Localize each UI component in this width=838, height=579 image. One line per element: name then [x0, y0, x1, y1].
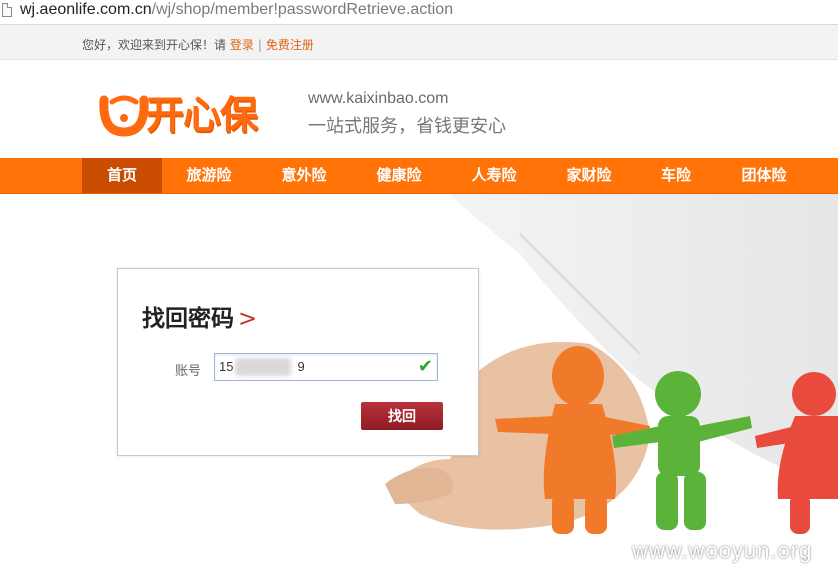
nav-item-health[interactable]: 健康险	[359, 158, 439, 193]
url-host: wj.aeonlife.com.cn	[20, 1, 152, 18]
nav-item-group[interactable]: 团体险	[724, 158, 804, 193]
nav-item-life[interactable]: 人寿险	[454, 158, 534, 193]
retrieve-button[interactable]: 找回	[361, 402, 443, 430]
nav-item-accident[interactable]: 意外险	[264, 158, 344, 193]
password-retrieve-panel: 找回密码 > 账号 15 9 ✔ 找回	[117, 268, 479, 456]
title-arrow-icon: >	[238, 306, 258, 332]
account-suffix: 9	[297, 359, 305, 374]
top-welcome-bar: 您好，欢迎来到开心保！请 登录 | 免费注册	[0, 25, 838, 60]
page-icon	[2, 3, 12, 17]
site-url: www.kaixinbao.com	[308, 90, 449, 107]
greeting-text: 您好，欢迎来到开心保！请	[82, 38, 227, 52]
site-logo[interactable]: 开心保	[98, 82, 298, 138]
panel-title-text: 找回密码	[142, 306, 234, 332]
account-prefix: 15	[219, 359, 234, 374]
logo-text: 开心保	[146, 92, 258, 137]
account-field[interactable]: 15 9 ✔	[214, 353, 438, 381]
redaction-blur	[235, 358, 291, 376]
account-label: 账号	[175, 364, 202, 379]
site-header: 开心保 www.kaixinbao.com 一站式服务，省钱更安心	[0, 60, 838, 158]
topbar-separator: |	[257, 38, 262, 52]
login-link[interactable]: 登录	[230, 38, 254, 52]
nav-item-car[interactable]: 车险	[636, 158, 716, 193]
welcome-line: 您好，欢迎来到开心保！请 登录 | 免费注册	[82, 36, 314, 53]
main-nav: 首页 旅游险 意外险 健康险 人寿险 家财险 车险 团体险	[0, 158, 838, 194]
nav-item-travel[interactable]: 旅游险	[169, 158, 249, 193]
smile-logo-icon	[99, 95, 149, 137]
nav-item-home[interactable]: 首页	[82, 158, 162, 193]
browser-address-bar[interactable]: wj.aeonlife.com.cn/wj/shop/member!passwo…	[0, 0, 838, 25]
check-icon: ✔	[417, 356, 433, 377]
panel-title: 找回密码 >	[142, 299, 257, 333]
register-link[interactable]: 免费注册	[266, 38, 314, 52]
url-text[interactable]: wj.aeonlife.com.cn/wj/shop/member!passwo…	[20, 1, 453, 19]
nav-item-property[interactable]: 家财险	[549, 158, 629, 193]
watermark: www.wooyun.org	[632, 538, 813, 563]
url-path: /wj/shop/member!passwordRetrieve.action	[151, 1, 454, 18]
site-slogan: 一站式服务，省钱更安心	[308, 116, 506, 137]
